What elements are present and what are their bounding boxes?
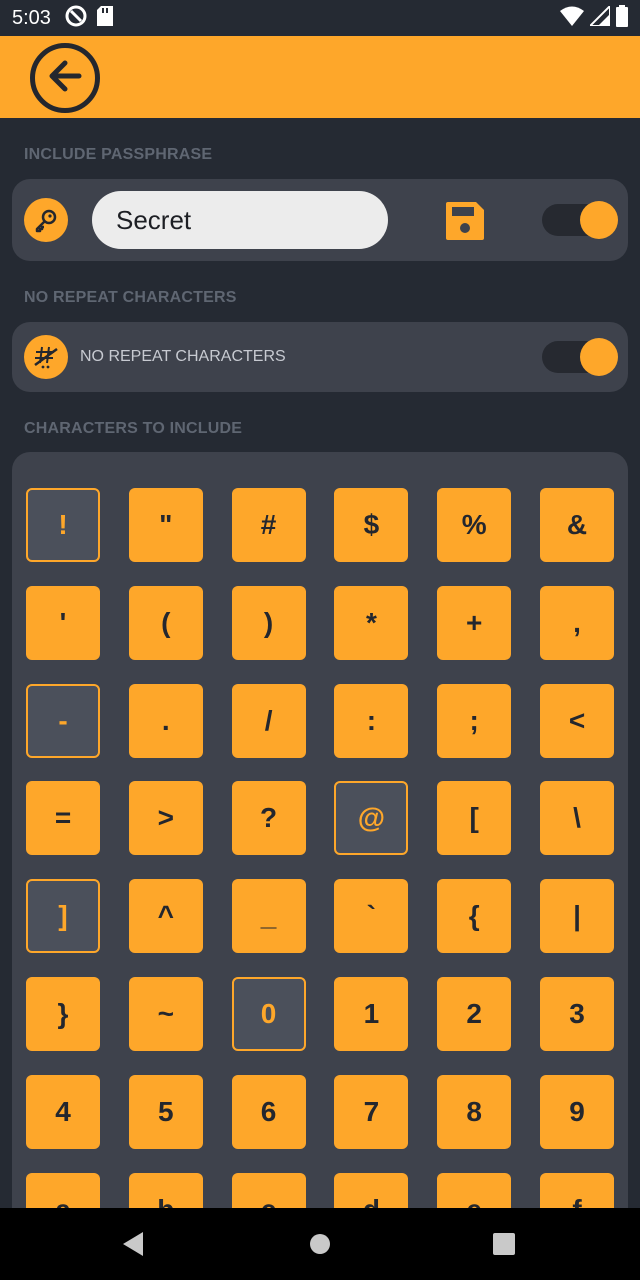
wifi-icon [560, 6, 584, 31]
character-key[interactable]: # [231, 488, 306, 562]
character-key[interactable]: ) [231, 585, 306, 660]
character-key[interactable]: 4 [26, 1074, 100, 1149]
character-key[interactable]: ; [437, 683, 512, 758]
character-key[interactable]: ` [334, 879, 409, 954]
character-key[interactable]: 1 [334, 977, 409, 1051]
character-key[interactable]: ! [26, 488, 100, 562]
character-key[interactable]: c [231, 1172, 306, 1212]
no-repeat-icon [24, 335, 68, 379]
character-key[interactable]: ( [128, 585, 203, 660]
passphrase-section-label: INCLUDE PASSPHRASE [24, 146, 213, 163]
character-key[interactable]: _ [231, 879, 306, 954]
character-key[interactable]: < [540, 683, 614, 758]
character-key[interactable]: $ [334, 488, 409, 562]
character-key[interactable]: * [334, 585, 409, 660]
character-key[interactable]: . [128, 683, 203, 758]
passphrase-card [12, 179, 628, 261]
character-key[interactable]: ~ [128, 977, 203, 1051]
back-button[interactable] [30, 43, 100, 113]
app-bar [0, 36, 640, 118]
character-key[interactable]: { [437, 879, 512, 954]
character-key[interactable]: = [26, 781, 100, 856]
no-repeat-section-label: NO REPEAT CHARACTERS [24, 289, 237, 306]
character-key[interactable]: @ [334, 781, 409, 856]
signal-icon [587, 3, 611, 31]
character-key[interactable]: " [128, 488, 203, 562]
character-key[interactable]: 0 [231, 977, 306, 1051]
character-key[interactable]: > [128, 781, 203, 856]
character-key[interactable]: 2 [437, 977, 512, 1051]
character-key[interactable]: ] [26, 879, 100, 954]
character-key[interactable]: f [540, 1172, 614, 1212]
character-key[interactable]: 7 [334, 1074, 409, 1149]
character-keypad: ! " # $% & ' () * +, -. /:; < = >? @ [ \] ^ _ ` { |} ~0 1 2 3 4 5 6 7… [12, 452, 628, 1212]
character-key[interactable]: 3 [540, 977, 614, 1051]
passphrase-toggle[interactable] [542, 201, 618, 239]
passphrase-input[interactable] [92, 191, 388, 249]
toggle-thumb [580, 338, 618, 376]
character-key[interactable]: a [26, 1172, 100, 1212]
home-circle-icon[interactable] [290, 1208, 350, 1280]
at-sign-icon [65, 5, 87, 32]
back-arrow-icon [45, 56, 85, 101]
status-time: 5:03 [12, 6, 51, 29]
character-key[interactable]: ' [26, 585, 100, 660]
character-key[interactable]: | [540, 879, 614, 954]
character-key[interactable]: + [437, 585, 512, 660]
character-key[interactable]: ^ [128, 879, 203, 954]
character-key[interactable]: & [540, 488, 614, 562]
key-icon [24, 198, 68, 242]
toggle-thumb [580, 201, 618, 239]
character-key[interactable]: - [26, 683, 100, 758]
character-key[interactable]: / [231, 683, 306, 758]
character-key[interactable]: 8 [437, 1074, 512, 1149]
character-key[interactable]: b [128, 1172, 203, 1212]
back-triangle-icon[interactable] [103, 1208, 163, 1280]
no-repeat-row-text: NO REPEAT CHARACTERS [80, 348, 286, 365]
character-key[interactable]: % [437, 488, 512, 562]
navigation-bar [0, 1208, 640, 1280]
character-key[interactable]: \ [540, 781, 614, 856]
character-key[interactable]: [ [437, 781, 512, 856]
character-key[interactable]: 9 [540, 1074, 614, 1149]
character-key[interactable]: e [437, 1172, 512, 1212]
status-bar: 5:03 [0, 0, 640, 36]
character-key[interactable]: d [334, 1172, 409, 1212]
no-repeat-card: NO REPEAT CHARACTERS [12, 322, 628, 392]
save-icon[interactable] [444, 200, 486, 242]
no-repeat-toggle[interactable] [542, 338, 618, 376]
characters-section-label: CHARACTERS TO INCLUDE [24, 420, 243, 437]
character-key[interactable]: : [334, 683, 409, 758]
character-key[interactable]: ? [231, 781, 306, 856]
recents-square-icon[interactable] [474, 1208, 534, 1280]
character-key[interactable]: 5 [128, 1074, 203, 1149]
character-key[interactable]: } [26, 977, 100, 1051]
character-key[interactable]: 6 [231, 1074, 306, 1149]
battery-icon [616, 4, 628, 32]
sd-card-icon [96, 5, 113, 31]
character-key[interactable]: , [540, 585, 614, 660]
